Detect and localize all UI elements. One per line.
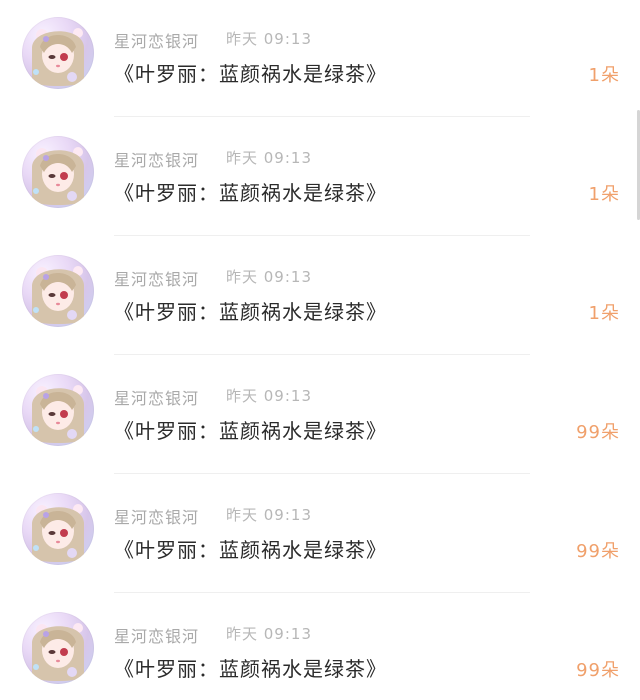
gift-count: 1朵 — [588, 184, 620, 205]
anime-girl-avatar-icon — [32, 28, 84, 86]
username[interactable]: 星河恋银河 — [114, 504, 199, 528]
username[interactable]: 星河恋银河 — [114, 266, 199, 290]
timestamp: 昨天 09:13 — [226, 268, 312, 286]
user-avatar[interactable] — [22, 17, 94, 89]
gift-message: 《叶罗丽：蓝颜祸水是绿茶》 — [114, 538, 387, 562]
gift-count: 1朵 — [588, 303, 620, 324]
list-item[interactable]: 星河恋银河 昨天 09:13 《叶罗丽：蓝颜祸水是绿茶》 1朵 — [0, 0, 640, 119]
username[interactable]: 星河恋银河 — [114, 147, 199, 171]
user-avatar[interactable] — [22, 255, 94, 327]
timestamp: 昨天 09:13 — [226, 387, 312, 405]
divider — [114, 592, 530, 593]
timestamp: 昨天 09:13 — [226, 625, 312, 643]
divider — [114, 473, 530, 474]
user-avatar[interactable] — [22, 493, 94, 565]
user-avatar[interactable] — [22, 612, 94, 684]
timestamp: 昨天 09:13 — [226, 30, 312, 48]
gift-count: 99朵 — [576, 422, 620, 443]
username[interactable]: 星河恋银河 — [114, 28, 199, 52]
divider — [114, 116, 530, 117]
gift-message: 《叶罗丽：蓝颜祸水是绿茶》 — [114, 300, 387, 324]
username[interactable]: 星河恋银河 — [114, 385, 199, 409]
list-item[interactable]: 星河恋银河 昨天 09:13 《叶罗丽：蓝颜祸水是绿茶》 1朵 — [0, 238, 640, 357]
user-avatar[interactable] — [22, 374, 94, 446]
anime-girl-avatar-icon — [32, 147, 84, 205]
anime-girl-avatar-icon — [32, 266, 84, 324]
username[interactable]: 星河恋银河 — [114, 623, 199, 647]
gift-count: 99朵 — [576, 660, 620, 681]
anime-girl-avatar-icon — [32, 385, 84, 443]
gift-record-list: 星河恋银河 昨天 09:13 《叶罗丽：蓝颜祸水是绿茶》 1朵 星河恋银河 昨天… — [0, 0, 640, 700]
list-item[interactable]: 星河恋银河 昨天 09:13 《叶罗丽：蓝颜祸水是绿茶》 99朵 — [0, 476, 640, 595]
gift-message: 《叶罗丽：蓝颜祸水是绿茶》 — [114, 419, 387, 443]
gift-count: 99朵 — [576, 541, 620, 562]
divider — [114, 354, 530, 355]
gift-message: 《叶罗丽：蓝颜祸水是绿茶》 — [114, 657, 387, 681]
timestamp: 昨天 09:13 — [226, 149, 312, 167]
scrollbar[interactable] — [636, 0, 640, 700]
gift-message: 《叶罗丽：蓝颜祸水是绿茶》 — [114, 62, 387, 86]
anime-girl-avatar-icon — [32, 504, 84, 562]
anime-girl-avatar-icon — [32, 623, 84, 681]
user-avatar[interactable] — [22, 136, 94, 208]
list-item[interactable]: 星河恋银河 昨天 09:13 《叶罗丽：蓝颜祸水是绿茶》 99朵 — [0, 595, 640, 700]
divider — [114, 235, 530, 236]
timestamp: 昨天 09:13 — [226, 506, 312, 524]
gift-message: 《叶罗丽：蓝颜祸水是绿茶》 — [114, 181, 387, 205]
gift-count: 1朵 — [588, 65, 620, 86]
list-item[interactable]: 星河恋银河 昨天 09:13 《叶罗丽：蓝颜祸水是绿茶》 99朵 — [0, 357, 640, 476]
list-item[interactable]: 星河恋银河 昨天 09:13 《叶罗丽：蓝颜祸水是绿茶》 1朵 — [0, 119, 640, 238]
